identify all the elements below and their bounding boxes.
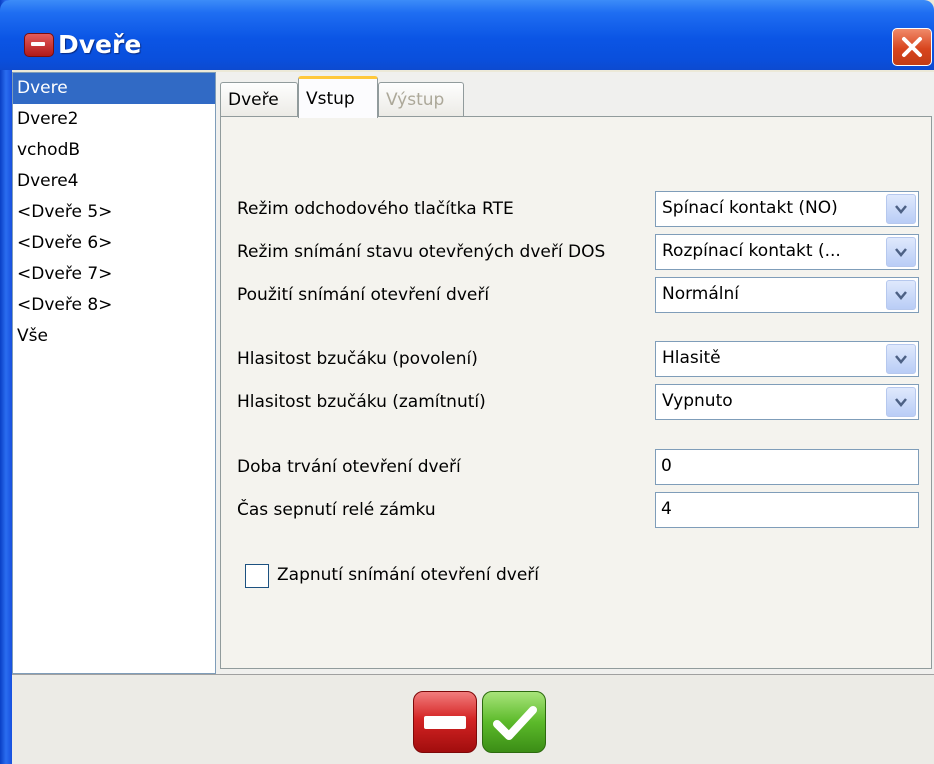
dialog-window: Dveře Dvere Dvere2 vchodB Dvere4 <Dveře … (0, 0, 934, 764)
dropdown-button[interactable] (886, 237, 916, 267)
minus-icon (424, 716, 466, 729)
chevron-down-icon (895, 355, 907, 364)
dos-label: Režim snímání stavu otevřených dveří DOS (237, 242, 606, 262)
list-item[interactable]: Vše (13, 321, 215, 352)
enable-sensing-label[interactable]: Zapnutí snímání otevření dveří (277, 565, 539, 585)
sensing-select[interactable]: Normální (655, 277, 919, 313)
app-icon (24, 33, 54, 57)
buzzer-allow-select[interactable]: Hlasitě (655, 341, 919, 377)
tab-content: Režim odchodového tlačítka RTE Spínací k… (220, 116, 932, 669)
list-item[interactable]: Dvere2 (13, 104, 215, 135)
checkmark-icon (493, 706, 537, 740)
rte-value: Spínací kontakt (NO) (662, 198, 838, 218)
buzzer-deny-label: Hlasitost bzučáku (zamítnutí) (237, 392, 486, 412)
buzzer-allow-label: Hlasitost bzučáku (povolení) (237, 349, 478, 369)
chevron-down-icon (895, 291, 907, 300)
dos-select[interactable]: Rozpínací kontakt (... (655, 234, 919, 270)
tab-vstup[interactable]: Vstup (298, 76, 378, 118)
chevron-down-icon (895, 205, 907, 214)
list-item[interactable]: <Dveře 5> (13, 197, 215, 228)
list-item[interactable]: <Dveře 8> (13, 290, 215, 321)
list-item[interactable]: <Dveře 6> (13, 228, 215, 259)
open-duration-value: 0 (661, 456, 672, 476)
buzzer-deny-select[interactable]: Vypnuto (655, 384, 919, 420)
list-item[interactable]: Dvere4 (13, 166, 215, 197)
list-item[interactable]: vchodB (13, 135, 215, 166)
door-list[interactable]: Dvere Dvere2 vchodB Dvere4 <Dveře 5> <Dv… (12, 72, 216, 674)
button-bar (12, 674, 934, 764)
dropdown-button[interactable] (886, 387, 916, 417)
dropdown-button[interactable] (886, 344, 916, 374)
list-item[interactable]: Dvere (13, 73, 215, 104)
buzzer-allow-value: Hlasitě (662, 348, 721, 368)
relay-time-field[interactable]: 4 (655, 492, 919, 528)
enable-sensing-checkbox[interactable] (245, 564, 269, 588)
relay-time-label: Čas sepnutí relé zámku (237, 500, 436, 520)
chevron-down-icon (895, 398, 907, 407)
chevron-down-icon (895, 248, 907, 257)
window-title: Dveře (58, 30, 142, 59)
tab-vystup: Výstup (378, 82, 464, 116)
title-bar[interactable]: Dveře (0, 0, 934, 70)
tab-dvere[interactable]: Dveře (220, 82, 298, 116)
window-frame (0, 0, 12, 764)
rte-label: Režim odchodového tlačítka RTE (237, 199, 514, 219)
rte-select[interactable]: Spínací kontakt (NO) (655, 191, 919, 227)
buzzer-deny-value: Vypnuto (662, 391, 733, 411)
sensing-value: Normální (662, 284, 740, 304)
cancel-button[interactable] (413, 691, 477, 753)
sensing-label: Použití snímání otevření dveří (237, 285, 490, 305)
ok-button[interactable] (482, 691, 546, 753)
settings-panel: Dveře Vstup Výstup Režim odchodového tla… (216, 72, 934, 674)
dropdown-button[interactable] (886, 194, 916, 224)
list-item[interactable]: <Dveře 7> (13, 259, 215, 290)
dropdown-button[interactable] (886, 280, 916, 310)
dos-value: Rozpínací kontakt (... (662, 241, 841, 261)
close-button[interactable] (892, 28, 932, 66)
open-duration-label: Doba trvání otevření dveří (237, 457, 461, 477)
close-icon (902, 37, 922, 57)
relay-time-value: 4 (661, 499, 672, 519)
open-duration-field[interactable]: 0 (655, 449, 919, 485)
